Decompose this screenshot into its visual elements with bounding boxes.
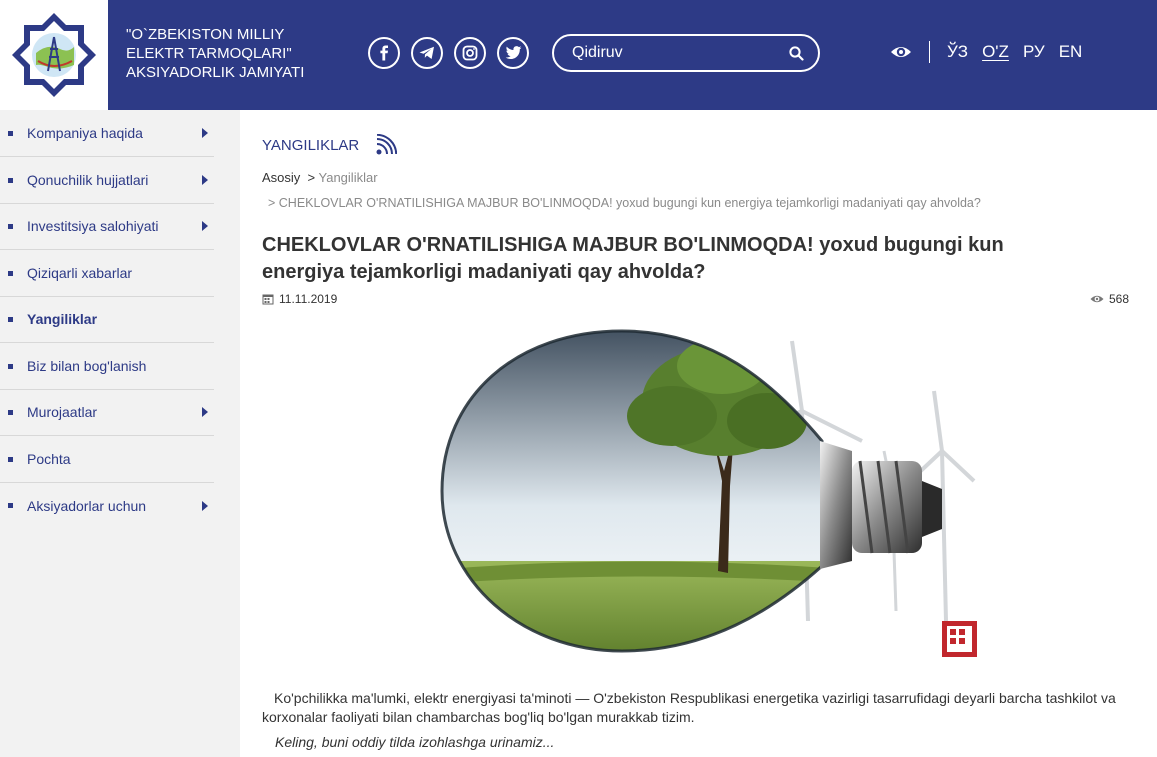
- article-views-count: 568: [1109, 292, 1130, 306]
- sidebar-item-yangiliklar[interactable]: Yangiliklar: [0, 296, 214, 343]
- instagram-icon: [462, 45, 478, 61]
- bullet-marker: [8, 130, 13, 136]
- breadcrumb-current: > CHEKLOVLAR O'RNATILISHIGA MAJBUR BO'LI…: [268, 196, 981, 210]
- bullet-marker: [8, 223, 13, 229]
- article-title-line1: CHEKLOVLAR O'RNATILISHIGA MAJBUR BO'LINM…: [262, 234, 1004, 256]
- company-logo[interactable]: [0, 0, 108, 110]
- sidebar-item-qiziqarli-xabarlar[interactable]: Qiziqarli xabarlar: [0, 250, 214, 297]
- section-title: YANGILIKLAR: [262, 137, 360, 154]
- search-icon[interactable]: [789, 45, 804, 61]
- facebook-link[interactable]: [368, 37, 400, 69]
- telegram-icon: [419, 46, 434, 59]
- sidebar-item-label: Investitsiya salohiyati: [27, 218, 159, 234]
- sidebar-nav: Kompaniya haqida Qonuchilik hujjatlari I…: [0, 110, 240, 757]
- twitter-icon: [505, 46, 521, 59]
- social-links: [368, 37, 529, 69]
- breadcrumb-section[interactable]: Yangiliklar: [319, 170, 378, 185]
- rss-icon: [376, 133, 398, 155]
- sidebar-item-label: Pochta: [27, 451, 71, 467]
- breadcrumb-home[interactable]: Asosiy: [262, 170, 300, 185]
- sidebar-item-murojaatlar[interactable]: Murojaatlar: [0, 389, 214, 436]
- sidebar-item-kompaniya-haqida[interactable]: Kompaniya haqida: [0, 110, 214, 157]
- search-input[interactable]: [572, 44, 789, 62]
- bullet-marker: [8, 177, 13, 183]
- sidebar-item-label: Qonuchilik hujjatlari: [27, 172, 149, 188]
- sidebar-item-pochta[interactable]: Pochta: [0, 436, 214, 483]
- lang-uz-latin[interactable]: O'Z: [982, 42, 1009, 62]
- sidebar-item-label: Biz bilan bog'lanish: [27, 358, 147, 374]
- article-hero-image: [422, 321, 977, 657]
- company-name[interactable]: "O`ZBEKISTON MILLIY ELEKTR TARMOQLARI" A…: [126, 25, 304, 82]
- article-italic-intro: Keling, buni oddiy tilda izohlashga urin…: [275, 734, 555, 750]
- bullet-marker: [8, 363, 13, 369]
- bullet-marker: [8, 456, 13, 462]
- chevron-right-icon: [202, 175, 208, 185]
- lang-en[interactable]: EN: [1059, 42, 1083, 62]
- chevron-right-icon: [202, 128, 208, 138]
- sidebar-item-label: Aksiyadorlar uchun: [27, 497, 147, 514]
- logo-emblem-icon: [12, 13, 96, 97]
- language-switcher: ЎЗ O'Z РУ EN: [947, 42, 1082, 62]
- sidebar-item-qonuchilik-hujjatlari[interactable]: Qonuchilik hujjatlari: [0, 157, 214, 204]
- instagram-link[interactable]: [454, 37, 486, 69]
- rss-link[interactable]: [375, 133, 398, 161]
- bullet-marker: [8, 316, 13, 322]
- eye-icon: [891, 47, 911, 57]
- bullet-marker: [8, 270, 13, 276]
- chevron-right-icon: [202, 500, 208, 511]
- article-views: 568: [1090, 292, 1129, 306]
- sidebar-item-aksiyadorlar-uchun[interactable]: Aksiyadorlar uchun: [0, 482, 214, 529]
- article-date: 11.11.2019: [262, 292, 337, 306]
- chevron-right-icon: [202, 407, 208, 417]
- sidebar-item-label: Kompaniya haqida: [27, 125, 143, 141]
- breadcrumb-separator: >: [307, 170, 316, 185]
- company-name-line1: "O`ZBEKISTON MILLIY: [126, 26, 285, 43]
- search-box: [552, 34, 820, 72]
- facebook-icon: [380, 45, 388, 61]
- company-name-line2: ELEKTR TARMOQLARI": [126, 45, 292, 62]
- lang-uz-cyrillic[interactable]: ЎЗ: [947, 42, 968, 62]
- article-title: CHEKLOVLAR O'RNATILISHIGA MAJBUR BO'LINM…: [262, 232, 1122, 286]
- sidebar-item-biz-bilan-boglanish[interactable]: Biz bilan bog'lanish: [0, 343, 214, 390]
- lang-ru[interactable]: РУ: [1023, 42, 1045, 62]
- twitter-link[interactable]: [497, 37, 529, 69]
- breadcrumb: Asosiy > Yangiliklar: [262, 170, 378, 185]
- sidebar-item-label: Murojaatlar: [27, 404, 98, 420]
- company-name-line3: AKSIYADORLIK JAMIYATI: [126, 64, 305, 81]
- article-paragraph: Ko'pchilikka ma'lumki, elektr energiyasi…: [262, 690, 1116, 725]
- article-title-line2: energiya tejamkorligi madaniyati qay ahv…: [262, 261, 706, 283]
- bullet-marker: [8, 409, 13, 415]
- calendar-icon: [262, 294, 274, 305]
- eye-icon: [1090, 295, 1104, 303]
- telegram-link[interactable]: [411, 37, 443, 69]
- site-header: "O`ZBEKISTON MILLIY ELEKTR TARMOQLARI" A…: [0, 0, 1157, 110]
- sidebar-item-label: Qiziqarli xabarlar: [27, 265, 133, 281]
- header-divider: [929, 41, 930, 63]
- article-date-text: 11.11.2019: [279, 292, 338, 306]
- sidebar-item-label: Yangiliklar: [27, 311, 98, 327]
- sidebar-item-investitsiya-salohiyati[interactable]: Investitsiya salohiyati: [0, 203, 214, 250]
- bullet-marker: [8, 503, 13, 508]
- accessibility-toggle[interactable]: [890, 41, 912, 68]
- chevron-right-icon: [202, 221, 208, 231]
